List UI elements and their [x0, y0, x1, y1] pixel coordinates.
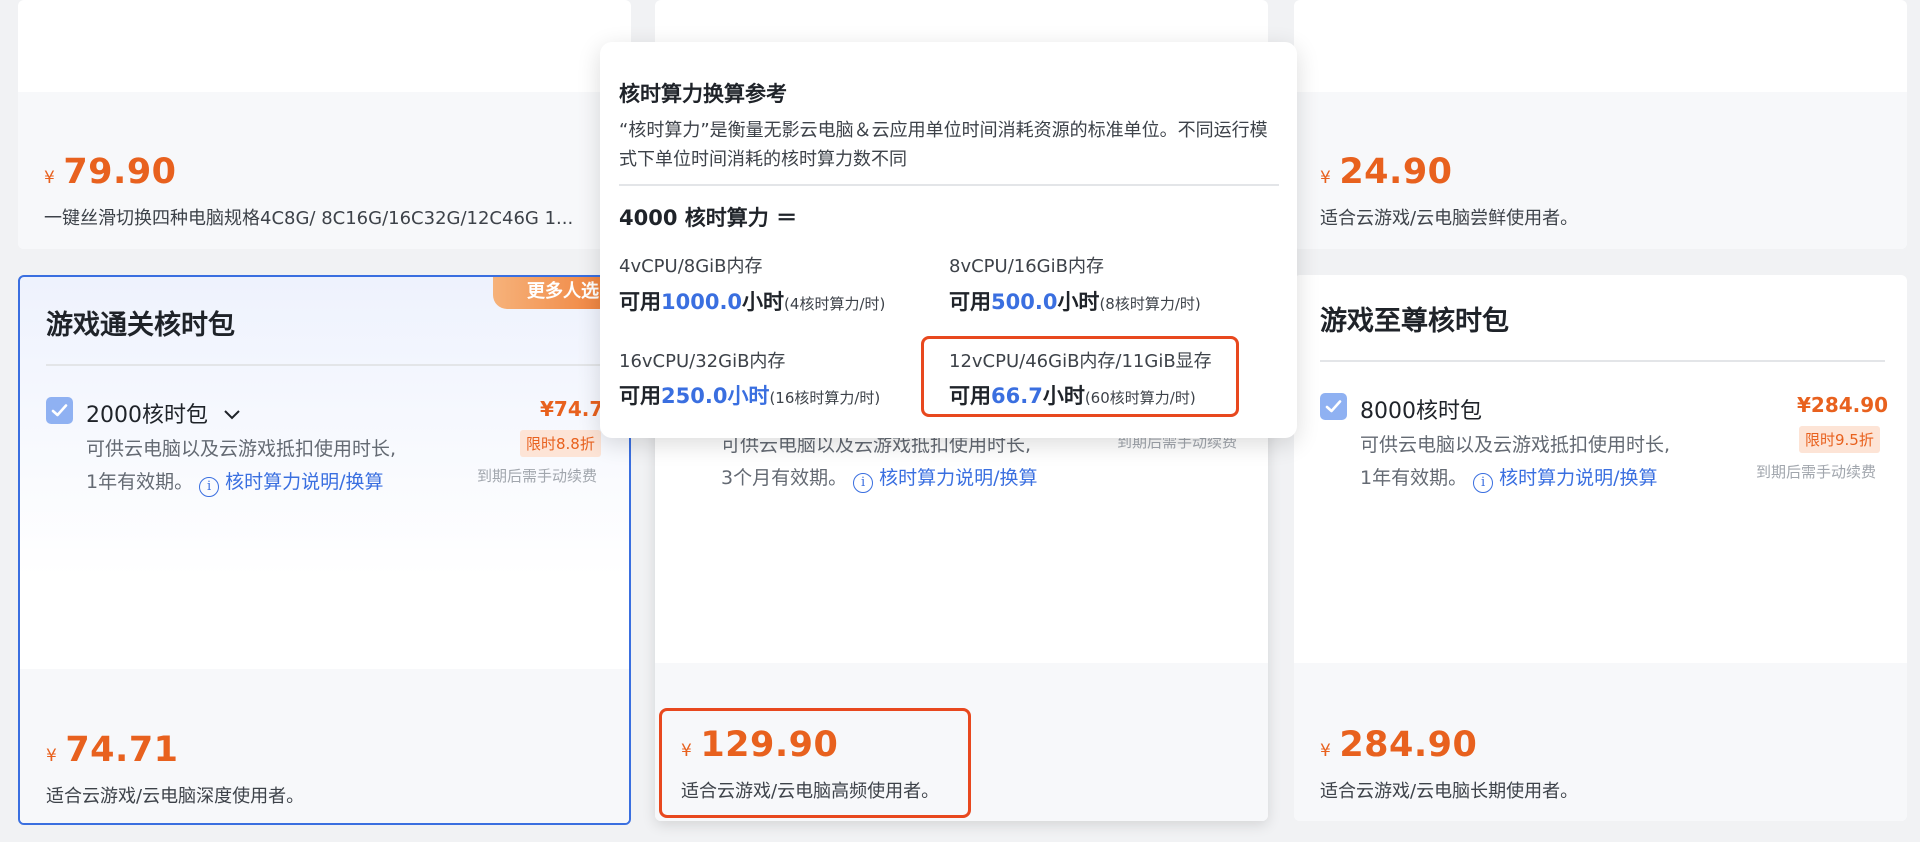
- compute-info-link[interactable]: i 核时算力说明/换算: [1473, 467, 1658, 493]
- check-icon: [51, 404, 68, 417]
- package-description: 可供云电脑以及云游戏抵扣使用时长,: [1360, 434, 1671, 456]
- divider: [619, 184, 1279, 186]
- package-validity: 3个月有效期。 i 核时算力说明/换算: [721, 463, 1038, 493]
- card-description: 适合云游戏/云电脑深度使用者。: [46, 786, 305, 807]
- renew-note: 到期后需手动续费: [477, 467, 598, 485]
- card-description: 适合云游戏/云电脑长期使用者。: [1320, 781, 1579, 802]
- spec-label: 4vCPU/8GiB内存: [619, 256, 763, 277]
- spec-label: 16vCPU/32GiB内存: [619, 351, 786, 372]
- divider: [46, 364, 611, 366]
- card-title: 游戏至尊核时包: [1320, 306, 1509, 337]
- discount-badge: 限时8.8折: [520, 430, 601, 457]
- card-description: 适合云游戏/云电脑尝鲜使用者。: [1320, 208, 1579, 229]
- card-description: 一键丝滑切换四种电脑规格4C8G/ 8C16G/16C32G/12C46G 1.…: [44, 208, 574, 229]
- package-checkbox[interactable]: [1320, 393, 1347, 420]
- compute-conversion-popover: 核时算力换算参考 “核时算力”是衡量无影云电脑＆云应用单位时间消耗资源的标准单位…: [600, 42, 1297, 438]
- top-card-right[interactable]: ¥24.90 适合云游戏/云电脑尝鲜使用者。: [1294, 0, 1907, 249]
- package-description: 可供云电脑以及云游戏抵扣使用时长,: [86, 438, 397, 460]
- spec-hours: 可用1000.0小时(4核时算力/时): [619, 290, 886, 314]
- price: ¥74.71: [46, 730, 179, 770]
- price: ¥284.90: [1320, 725, 1478, 765]
- card-game-supreme[interactable]: 游戏至尊核时包 8000核时包 可供云电脑以及云游戏抵扣使用时长, 1年有效期。…: [1294, 275, 1907, 821]
- spec-hours: 可用500.0小时(8核时算力/时): [949, 290, 1201, 314]
- package-name: 8000核时包: [1360, 399, 1482, 424]
- popover-description: “核时算力”是衡量无影云电脑＆云应用单位时间消耗资源的标准单位。不同运行模式下单…: [619, 120, 1268, 170]
- package-validity: 1年有效期。 i 核时算力说明/换算: [86, 467, 384, 497]
- price: ¥24.90: [1320, 152, 1453, 192]
- package-price: ¥284.90: [1797, 393, 1889, 417]
- popover-title: 核时算力换算参考: [619, 82, 787, 106]
- compute-info-link[interactable]: i 核时算力说明/换算: [199, 471, 384, 497]
- discount-badge: 限时9.5折: [1799, 426, 1880, 453]
- package-selector[interactable]: 2000核时包: [86, 397, 241, 429]
- check-icon: [1325, 400, 1342, 413]
- divider: [1320, 360, 1885, 362]
- spec-highlight-box: [921, 336, 1239, 417]
- price-highlight-box: [659, 708, 971, 818]
- renew-note: 到期后需手动续费: [1756, 463, 1877, 481]
- info-icon: i: [199, 477, 220, 497]
- card-game-pass[interactable]: 更多人选 游戏通关核时包 2000核时包 可供云电脑以及云游戏抵扣使用时长, 1…: [18, 275, 631, 825]
- info-icon: i: [853, 473, 874, 493]
- compute-info-link[interactable]: i 核时算力说明/换算: [853, 467, 1038, 493]
- chevron-down-icon: [224, 410, 240, 420]
- price: ¥79.90: [44, 152, 177, 192]
- spec-hours: 可用250.0小时(16核时算力/时): [619, 384, 881, 408]
- package-checkbox[interactable]: [46, 397, 73, 424]
- package-validity: 1年有效期。 i 核时算力说明/换算: [1360, 463, 1658, 493]
- card-title: 游戏通关核时包: [46, 310, 235, 341]
- top-card-left[interactable]: ¥79.90 一键丝滑切换四种电脑规格4C8G/ 8C16G/16C32G/12…: [18, 0, 631, 249]
- conversion-equation: 4000 核时算力 ＝: [619, 206, 798, 230]
- spec-label: 8vCPU/16GiB内存: [949, 256, 1104, 277]
- info-icon: i: [1473, 473, 1494, 493]
